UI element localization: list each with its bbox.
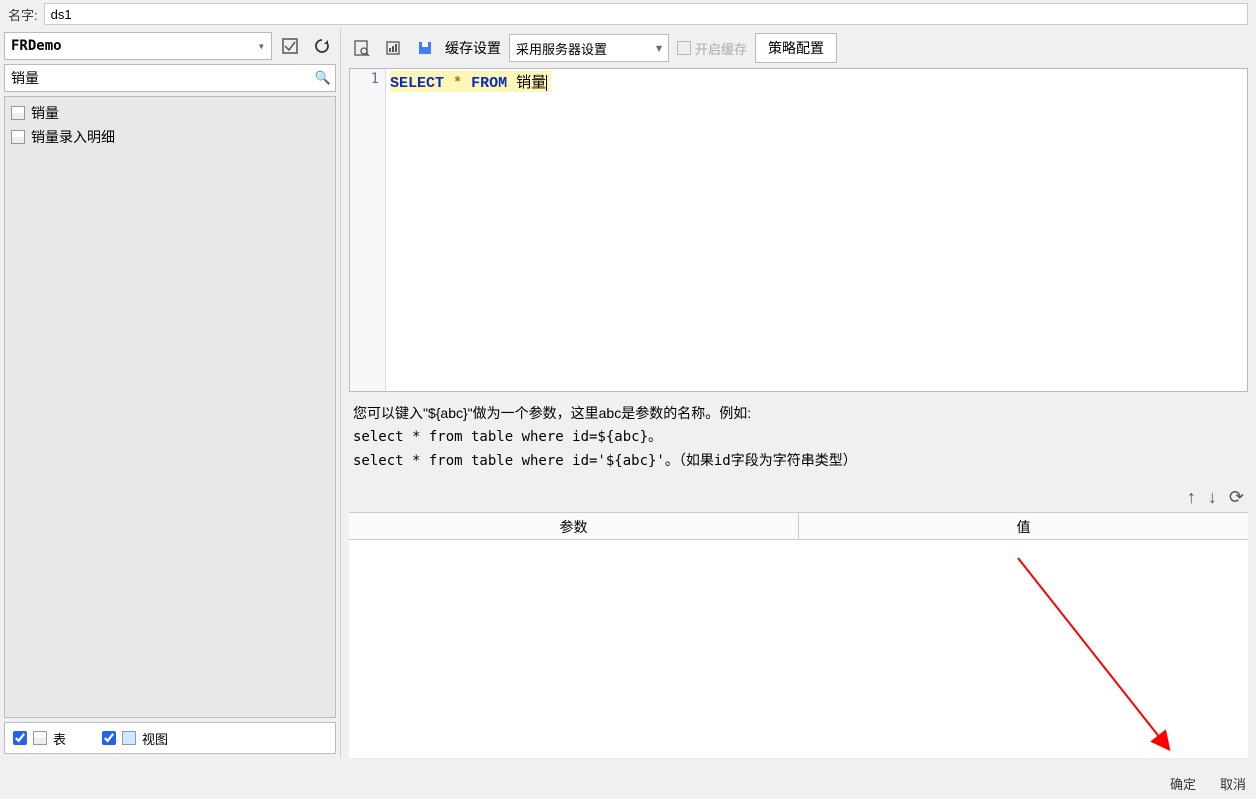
footer: 确定 取消 [0, 768, 1256, 799]
view-checkbox[interactable] [102, 731, 116, 745]
filter-view-label: 视图 [142, 729, 168, 748]
param-table-header: 参数 值 [349, 512, 1248, 540]
table-search: 🔍 [4, 64, 336, 92]
main-area: FRDemo ▾ 🔍 销量 销量录入明细 [0, 28, 1256, 758]
table-checkbox[interactable] [13, 731, 27, 745]
hint-line: 您可以键入"${abc}"做为一个参数，这里abc是参数的名称。例如: [353, 402, 1244, 426]
table-icon [11, 130, 25, 144]
editor-toolbar: 缓存设置 采用服务器设置 ▾ 开启缓存 策略配置 [341, 28, 1256, 68]
enable-cache-label: 开启缓存 [695, 39, 747, 58]
sql-editor[interactable]: 1 SELECT * FROM 销量 [349, 68, 1248, 392]
tree-item-label: 销量录入明细 [31, 127, 115, 147]
datasource-value: FRDemo [11, 38, 62, 54]
col-value: 值 [799, 513, 1248, 539]
datasource-row: FRDemo ▾ [0, 28, 340, 64]
filter-row: 表 视图 [4, 722, 336, 754]
line-number: 1 [356, 71, 379, 87]
tree-item[interactable]: 销量录入明细 [5, 125, 335, 149]
filter-table-label: 表 [53, 729, 66, 748]
enable-cache: 开启缓存 [677, 39, 747, 58]
name-input[interactable] [44, 3, 1248, 25]
schema-icon[interactable] [276, 32, 304, 60]
sql-operator: * [453, 75, 462, 92]
line-gutter: 1 [350, 69, 386, 391]
tree-item-label: 销量 [31, 103, 59, 123]
name-label: 名字: [8, 5, 38, 24]
move-up-icon[interactable]: ↑ [1187, 487, 1196, 508]
move-down-icon[interactable]: ↓ [1208, 487, 1217, 508]
table-search-input[interactable] [5, 66, 311, 90]
hint-panel: 您可以键入"${abc}"做为一个参数，这里abc是参数的名称。例如: sele… [341, 392, 1256, 483]
search-icon[interactable]: 🔍 [311, 70, 335, 86]
hint-line: select * from table where id='${abc}'。（如… [353, 450, 1244, 474]
refresh-icon[interactable] [308, 32, 336, 60]
sql-keyword: FROM [471, 75, 507, 92]
name-row: 名字: [0, 0, 1256, 28]
datasource-select[interactable]: FRDemo ▾ [4, 32, 272, 60]
table-tree: 销量 销量录入明细 [4, 96, 336, 718]
hint-line: select * from table where id=${abc}。 [353, 426, 1244, 450]
table-icon [11, 106, 25, 120]
param-table-body[interactable] [349, 540, 1248, 758]
col-param: 参数 [349, 513, 799, 539]
sql-code-area[interactable]: SELECT * FROM 销量 [386, 69, 1247, 391]
preview-icon[interactable] [349, 36, 373, 60]
chevron-down-icon: ▾ [656, 41, 662, 55]
cancel-button[interactable]: 取消 [1220, 774, 1246, 793]
cache-select[interactable]: 采用服务器设置 ▾ [509, 34, 669, 62]
cache-select-value: 采用服务器设置 [516, 39, 607, 58]
annotation-arrow-icon [1008, 548, 1188, 768]
text-cursor [546, 75, 547, 91]
table-icon [33, 731, 47, 745]
right-panel: 缓存设置 采用服务器设置 ▾ 开启缓存 策略配置 1 SELECT * FROM… [340, 28, 1256, 758]
analysis-icon[interactable] [381, 36, 405, 60]
sql-keyword: SELECT [390, 75, 444, 92]
sql-table: 销量 [516, 75, 546, 92]
chevron-down-icon: ▾ [258, 39, 265, 53]
refresh-param-icon[interactable]: ⟳ [1229, 487, 1244, 508]
tree-item[interactable]: 销量 [5, 101, 335, 125]
ok-button[interactable]: 确定 [1170, 774, 1196, 793]
enable-cache-checkbox [677, 41, 691, 55]
left-panel: FRDemo ▾ 🔍 销量 销量录入明细 [0, 28, 340, 758]
cache-label: 缓存设置 [445, 38, 501, 58]
param-toolbar: ↑ ↓ ⟳ [341, 483, 1256, 512]
view-icon [122, 731, 136, 745]
save-icon[interactable] [413, 36, 437, 60]
strategy-button[interactable]: 策略配置 [755, 33, 837, 63]
